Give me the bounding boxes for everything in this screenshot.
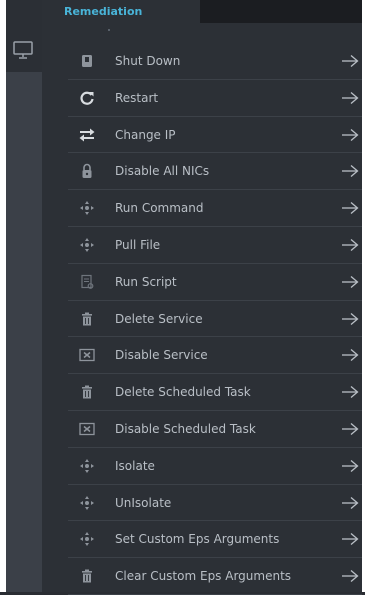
- monitor-icon[interactable]: [11, 38, 35, 62]
- restart-icon: [78, 89, 96, 107]
- action-item-clear-custom-eps-arguments[interactable]: Clear Custom Eps Arguments: [68, 558, 362, 595]
- disable-box-icon: [78, 346, 96, 364]
- move-icon: [78, 236, 96, 254]
- action-item-label: Disable Service: [115, 348, 208, 363]
- tab-remediation[interactable]: Remediation: [42, 0, 200, 23]
- action-item-label: UnIsolate: [115, 495, 172, 510]
- arrow-right-icon[interactable]: [340, 567, 360, 585]
- action-item-run-command[interactable]: Run Command: [68, 190, 362, 227]
- action-item-disable-service[interactable]: Disable Service: [68, 337, 362, 375]
- trash-icon: [78, 383, 96, 401]
- action-item-label: Shut Down: [115, 54, 181, 68]
- arrow-right-icon[interactable]: [340, 420, 360, 438]
- action-item-change-ip[interactable]: Change IP: [68, 117, 362, 154]
- arrow-right-icon[interactable]: [340, 310, 360, 328]
- script-icon: [78, 273, 96, 291]
- power-icon: [78, 52, 96, 70]
- move-icon: [78, 457, 96, 475]
- swap-arrows-icon: [78, 126, 96, 144]
- arrow-right-icon[interactable]: [340, 52, 360, 70]
- tab-bar: Remediation: [42, 0, 362, 23]
- arrow-right-icon[interactable]: [340, 530, 360, 548]
- move-icon: [78, 494, 96, 512]
- arrow-right-icon[interactable]: [340, 162, 360, 180]
- arrow-right-icon[interactable]: [340, 383, 360, 401]
- action-item-isolate[interactable]: Isolate: [68, 448, 362, 485]
- action-item-label: Disable All NICs: [115, 164, 210, 179]
- action-item-label: Clear Custom Eps Arguments: [115, 569, 292, 584]
- arrow-right-icon[interactable]: [340, 89, 360, 107]
- arrow-right-icon[interactable]: [340, 494, 360, 512]
- trash-icon: [78, 567, 96, 585]
- arrow-right-icon[interactable]: [340, 457, 360, 475]
- action-item-label: Delete Scheduled Task: [115, 385, 251, 400]
- lock-icon: [78, 162, 96, 180]
- action-list: Shut Down Restart Change IP Disable All NIC…: [68, 43, 362, 595]
- arrow-right-icon[interactable]: [340, 346, 360, 364]
- move-icon: [78, 530, 96, 548]
- arrow-right-icon[interactable]: [340, 236, 360, 254]
- action-item-label: Run Command: [115, 201, 204, 216]
- trash-icon: [78, 310, 96, 328]
- move-icon: [78, 199, 96, 217]
- remediation-panel: Remediation Shut Down Restart Change IP Dis…: [42, 0, 362, 595]
- action-item-label: Isolate: [115, 458, 155, 473]
- disable-box-icon: [78, 420, 96, 438]
- action-item-delete-scheduled-task[interactable]: Delete Scheduled Task: [68, 374, 362, 411]
- action-item-delete-service[interactable]: Delete Service: [68, 301, 362, 338]
- action-item-disable-all-nics[interactable]: Disable All NICs: [68, 153, 362, 191]
- action-item-label: Disable Scheduled Task: [115, 421, 256, 436]
- action-item-label: Run Script: [115, 274, 177, 289]
- action-item-set-custom-eps-arguments[interactable]: Set Custom Eps Arguments: [68, 521, 362, 559]
- action-item-label: Restart: [115, 90, 159, 105]
- action-item-label: Pull File: [115, 237, 161, 252]
- action-item-unisolate[interactable]: UnIsolate: [68, 485, 362, 522]
- list-scroll-stub: [108, 29, 110, 31]
- action-item-label: Set Custom Eps Arguments: [115, 532, 280, 547]
- arrow-right-icon[interactable]: [340, 273, 360, 291]
- action-item-label: Change IP: [115, 127, 176, 142]
- action-item-pull-file[interactable]: Pull File: [68, 227, 362, 264]
- tab-strip: [200, 0, 362, 23]
- action-item-label: Delete Service: [115, 311, 203, 326]
- arrow-right-icon[interactable]: [340, 126, 360, 144]
- action-item-disable-scheduled-task[interactable]: Disable Scheduled Task: [68, 411, 362, 448]
- action-item-shut-down[interactable]: Shut Down: [68, 43, 362, 80]
- action-item-run-script[interactable]: Run Script: [68, 264, 362, 301]
- action-item-restart[interactable]: Restart: [68, 80, 362, 117]
- side-rail: [6, 0, 42, 592]
- arrow-right-icon[interactable]: [340, 199, 360, 217]
